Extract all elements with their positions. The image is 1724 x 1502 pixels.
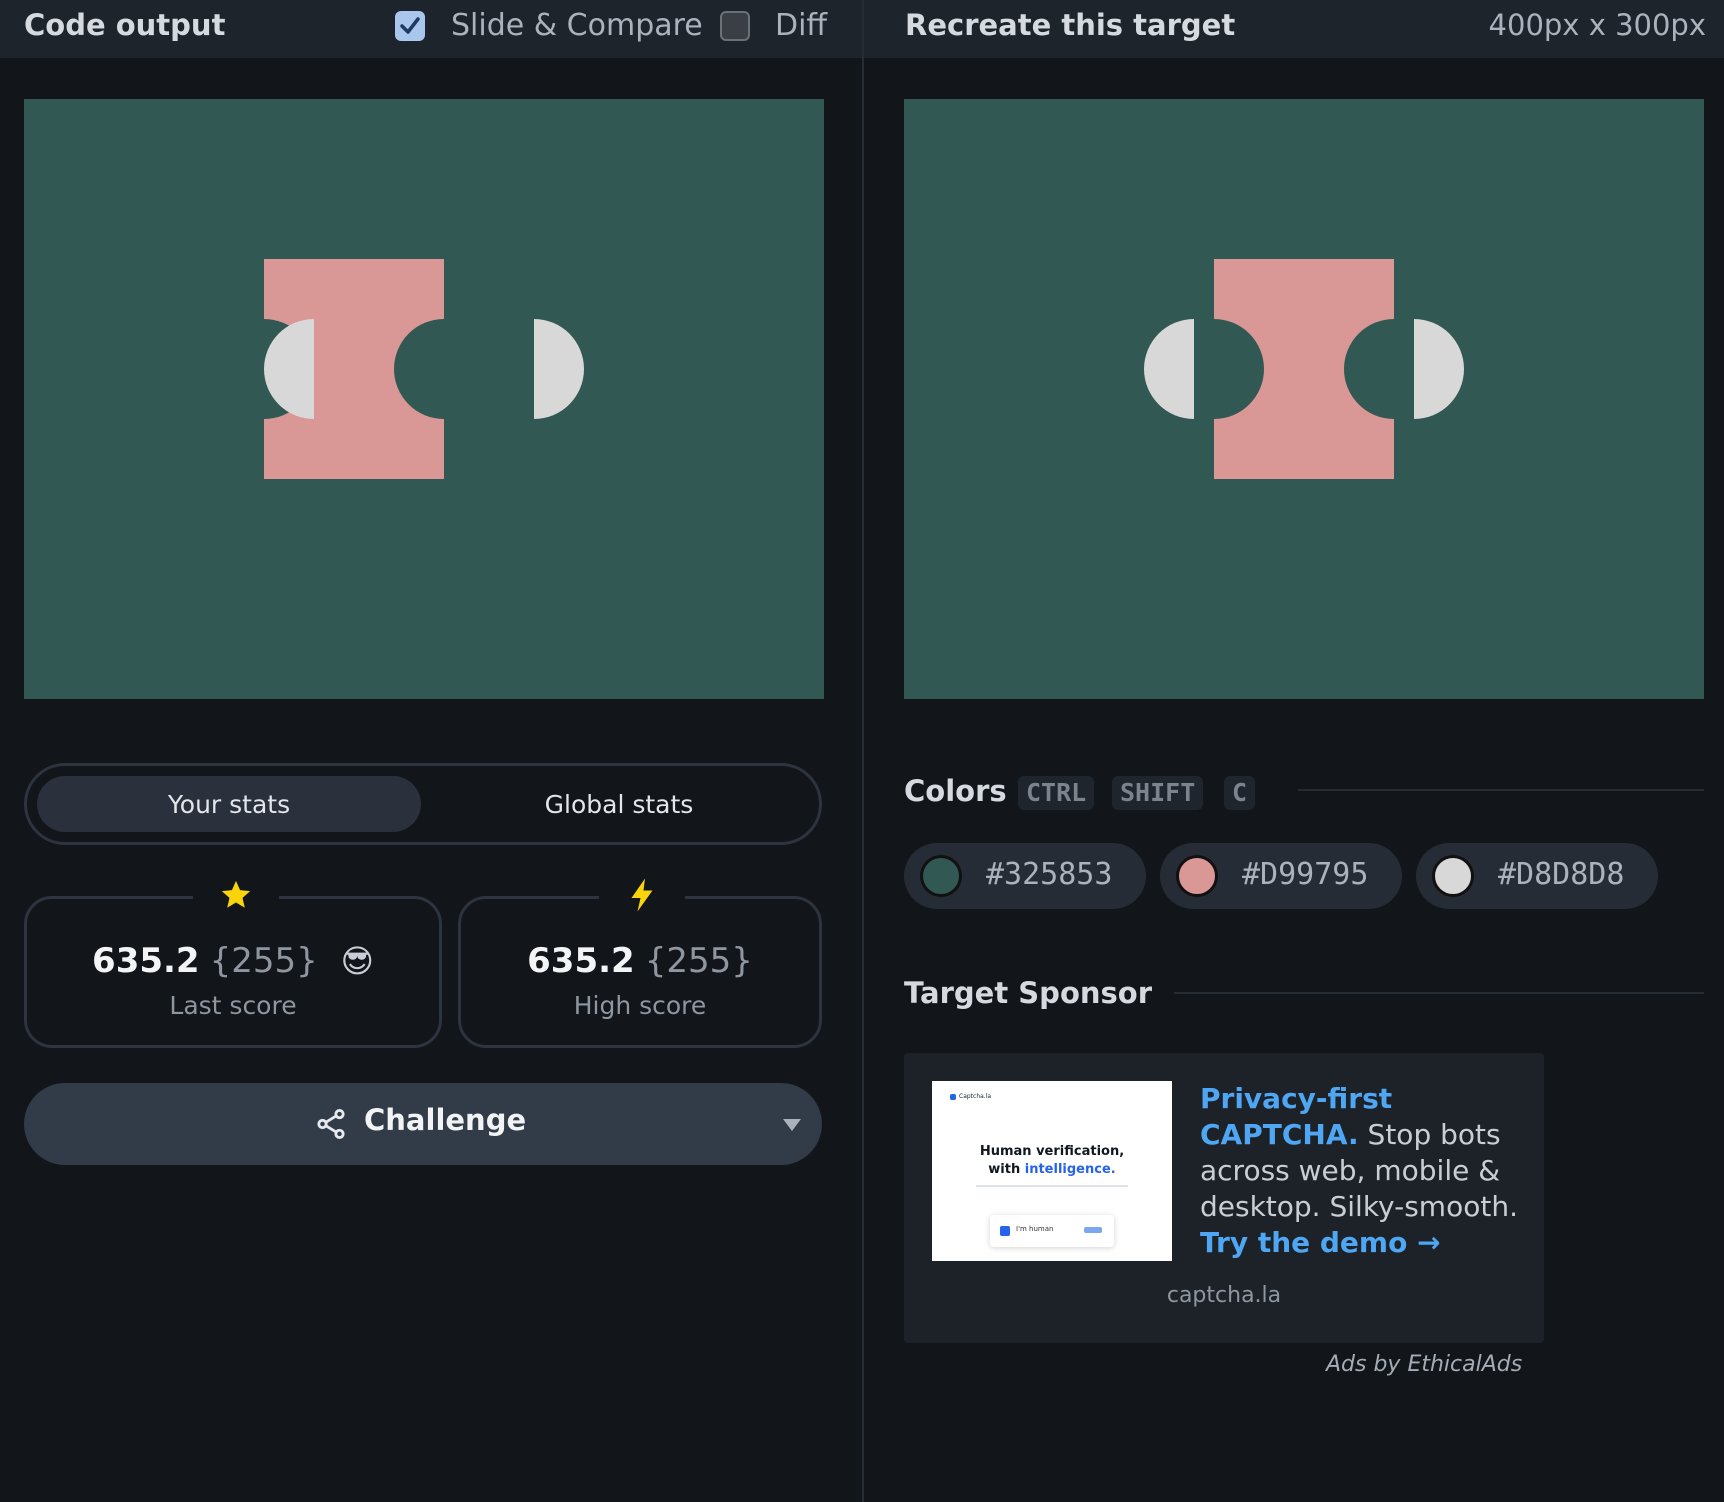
shortcut-key-shift: SHIFT: [1112, 776, 1204, 810]
last-score-row: 635.2 {255} 😎: [27, 941, 439, 981]
ad-cta-link[interactable]: Try the demo →: [1200, 1226, 1441, 1259]
color-swatch-d8d8d8[interactable]: #D8D8D8: [1416, 843, 1658, 909]
ad-text[interactable]: Privacy-first CAPTCHA. Stop bots across …: [1200, 1081, 1530, 1261]
ad-image-brand-dot-icon: [950, 1093, 956, 1100]
ad-image[interactable]: Captcha.la Human verification, with inte…: [932, 1081, 1172, 1261]
swatch-dot: [1432, 855, 1474, 897]
right-cutout-circle: [394, 319, 494, 419]
checkmark-icon: [400, 17, 420, 34]
lightning-icon: [599, 873, 685, 917]
shortcut-key-ctrl: CTRL: [1018, 776, 1095, 810]
target-header: Recreate this target 400px x 300px: [864, 0, 1724, 58]
high-score-value: 635.2: [527, 941, 635, 981]
diff-label[interactable]: Diff: [775, 8, 827, 43]
share-icon: [317, 1108, 345, 1140]
high-score-label: High score: [573, 991, 707, 1020]
ad-image-checkbox-label: I'm human: [1016, 1225, 1054, 1233]
last-score-chars: {255}: [209, 941, 318, 981]
ad-image-brand: Captcha.la: [950, 1093, 991, 1100]
code-output-header: Code output Slide & Compare Diff: [0, 0, 862, 58]
swatch-dot: [1176, 855, 1218, 897]
stats-tabs: Your stats Global stats: [24, 763, 822, 845]
ad-image-headline-prefix: with: [988, 1162, 1025, 1177]
last-score-value: 635.2: [92, 941, 200, 981]
ad-image-headline-line1: Human verification,: [979, 1144, 1125, 1159]
challenge-button[interactable]: Challenge: [24, 1083, 822, 1165]
ad-image-captcha-widget: I'm human: [990, 1215, 1114, 1247]
challenge-label: Challenge: [364, 1103, 527, 1137]
swatch-dot: [920, 855, 962, 897]
swatch-hex: #D8D8D8: [1498, 857, 1625, 892]
ads-attribution[interactable]: Ads by EthicalAds: [1326, 1352, 1522, 1377]
ad-image-headline: Human verification, with intelligence.: [932, 1143, 1172, 1179]
panel-divider: [862, 0, 864, 1502]
sponsor-title: Target Sponsor: [904, 976, 1153, 1010]
last-score-card: 635.2 {255} 😎 Last score: [24, 873, 442, 1048]
swatch-hex: #325853: [986, 857, 1113, 892]
ad-image-subtext-line: [976, 1185, 1128, 1187]
shortcut-key-c: C: [1224, 776, 1256, 810]
ad-image-widget-logo-icon: [1084, 1227, 1102, 1233]
tab-global-stats[interactable]: Global stats: [427, 776, 811, 832]
code-output-canvas[interactable]: [24, 99, 824, 699]
diff-checkbox[interactable]: [720, 11, 750, 41]
ad-domain[interactable]: captcha.la: [904, 1283, 1544, 1308]
ad-image-headline-accent: intelligence.: [1024, 1162, 1116, 1177]
star-icon: [193, 873, 279, 917]
ad-image-headline-line2: with intelligence.: [932, 1161, 1172, 1179]
swatch-hex: #D99795: [1242, 857, 1369, 892]
tab-your-stats[interactable]: Your stats: [37, 776, 421, 832]
color-swatch-325853[interactable]: #325853: [904, 843, 1146, 909]
color-swatch-d99795[interactable]: #D99795: [1160, 843, 1402, 909]
colors-divider: [1298, 789, 1704, 791]
slide-compare-checkbox[interactable]: [395, 11, 425, 41]
target-title: Recreate this target: [905, 8, 1236, 42]
colors-title: Colors: [904, 774, 1007, 808]
high-score-row: 635.2 {255}: [461, 941, 819, 981]
slide-compare-label[interactable]: Slide & Compare: [451, 8, 703, 43]
sponsor-divider: [1174, 992, 1704, 994]
sunglasses-emoji-icon: 😎: [340, 942, 374, 980]
ad-image-checkbox-icon: [1000, 1226, 1010, 1236]
high-score-card: 635.2 {255} High score: [458, 873, 822, 1048]
target-canvas: [904, 99, 1704, 699]
ad-image-brand-text: Captcha.la: [959, 1093, 992, 1100]
target-dimensions: 400px x 300px: [1488, 8, 1706, 42]
dropdown-arrow-icon[interactable]: [782, 1117, 802, 1133]
sponsor-ad[interactable]: Captcha.la Human verification, with inte…: [904, 1053, 1544, 1343]
code-output-title: Code output: [24, 8, 226, 42]
last-score-label: Last score: [169, 991, 297, 1020]
high-score-chars: {255}: [644, 941, 753, 981]
